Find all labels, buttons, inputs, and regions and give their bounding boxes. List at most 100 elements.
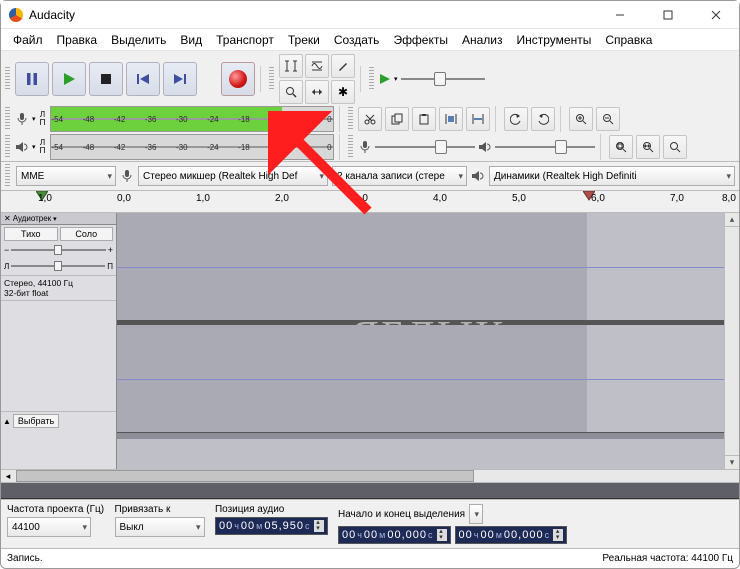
fit-project-button[interactable] [636, 135, 660, 159]
play-button[interactable] [52, 62, 86, 96]
menu-analyze[interactable]: Анализ [456, 31, 509, 49]
mute-button[interactable]: Тихо [4, 227, 58, 241]
menu-select[interactable]: Выделить [105, 31, 172, 49]
solo-button[interactable]: Соло [60, 227, 114, 241]
audio-host-select[interactable]: MME [16, 166, 116, 186]
status-right: Реальная частота: 44100 Гц [602, 553, 733, 564]
skip-start-button[interactable] [126, 62, 160, 96]
titlebar: Audacity [1, 1, 739, 29]
selection-start-field[interactable]: 00ч 00м 00,000с ▴▾ [338, 526, 451, 544]
zoom-toggle-button[interactable] [663, 135, 687, 159]
track-format-label: Стерео, 44100 Гц [4, 278, 113, 288]
select-track-button[interactable]: Выбрать [13, 414, 59, 428]
menu-edit[interactable]: Правка [51, 31, 104, 49]
playback-meter[interactable]: -54-48-42-36-30-24-18-12-60 [50, 134, 334, 160]
menu-tracks[interactable]: Треки [282, 31, 326, 49]
project-rate-label: Частота проекта (Гц) [7, 504, 104, 515]
snap-to-label: Привязать к [115, 504, 205, 515]
minimize-button[interactable] [605, 5, 635, 25]
timeshift-tool[interactable] [305, 80, 329, 104]
mic-icon [120, 169, 134, 183]
pan-slider[interactable]: ЛП [4, 259, 113, 273]
maximize-button[interactable] [653, 5, 683, 25]
menu-file[interactable]: Файл [7, 31, 49, 49]
grip-icon[interactable] [348, 107, 353, 131]
menu-effects[interactable]: Эффекты [387, 31, 454, 49]
project-rate-select[interactable]: 44100 [7, 517, 91, 537]
menubar: Файл Правка Выделить Вид Транспорт Треки… [1, 29, 739, 51]
paste-button[interactable] [412, 107, 436, 131]
zoom-out-button[interactable] [596, 107, 620, 131]
toolbars: ✱ ▾ ▾ Л П -54-48-42-36-30-24-18-12-60 [1, 51, 739, 162]
waveform-area[interactable]: ЯБЛЫК ▴ ▾ 1,0 0,5 0,0 [117, 213, 739, 469]
timeline-ruler[interactable]: 1,0 0,0 1,0 2,0 3,0 4,0 5,0 6,0 7,0 8,0 [1, 191, 739, 213]
track-control-panel[interactable]: ✕Аудиотрек▾ Тихо Соло −+ ЛП Стерео, 4410… [1, 213, 117, 469]
speaker-icon [15, 140, 29, 154]
track-bitdepth-label: 32-бит float [4, 288, 113, 298]
selection-end-field[interactable]: 00ч 00м 00,000с ▴▾ [455, 526, 568, 544]
redo-button[interactable] [531, 107, 555, 131]
audio-position-field[interactable]: 00ч 00м 05,950с ▴▾ [215, 517, 328, 535]
menu-help[interactable]: Справка [599, 31, 658, 49]
skip-end-button[interactable] [163, 62, 197, 96]
snap-to-select[interactable]: Выкл [115, 517, 205, 537]
undo-button[interactable] [504, 107, 528, 131]
close-button[interactable] [701, 5, 731, 25]
recording-device-select[interactable]: Стерео микшер (Realtek High Def [138, 166, 328, 186]
svg-text:✱: ✱ [338, 86, 348, 98]
draw-tool[interactable] [331, 54, 355, 78]
trim-button[interactable] [439, 107, 463, 131]
menu-transport[interactable]: Транспорт [210, 31, 280, 49]
selection-mode-select[interactable] [469, 504, 483, 524]
recording-volume-slider[interactable] [375, 140, 475, 154]
silence-button[interactable] [466, 107, 490, 131]
recording-channels-select[interactable]: 2 канала записи (стере [332, 166, 467, 186]
playback-speed-slider[interactable] [401, 72, 485, 86]
statusbar: Запись. Реальная частота: 44100 Гц [1, 548, 739, 568]
grip-icon[interactable] [269, 67, 274, 91]
audio-position-label: Позиция аудио [215, 504, 328, 515]
envelope-tool[interactable] [305, 54, 329, 78]
record-button[interactable] [221, 62, 255, 96]
window-title: Audacity [29, 8, 75, 22]
waveform-right-channel[interactable] [117, 325, 739, 433]
grip-icon[interactable] [5, 164, 10, 188]
grip-icon[interactable] [369, 67, 374, 91]
cut-button[interactable] [358, 107, 382, 131]
track-area: ✕Аудиотрек▾ Тихо Соло −+ ЛП Стерео, 4410… [1, 213, 739, 469]
grip-icon[interactable] [5, 135, 10, 159]
zoom-in-button[interactable] [569, 107, 593, 131]
mic-icon [358, 140, 372, 154]
record-icon [229, 70, 247, 88]
multi-tool[interactable]: ✱ [331, 80, 355, 104]
waveform-left-channel[interactable] [117, 213, 739, 321]
play-icon [379, 73, 391, 85]
copy-button[interactable] [385, 107, 409, 131]
speaker-icon [471, 169, 485, 183]
speaker-icon [478, 140, 492, 154]
fit-selection-button[interactable] [609, 135, 633, 159]
grip-icon[interactable] [348, 135, 353, 159]
playback-volume-slider[interactable] [495, 140, 595, 154]
spacer-strip [1, 483, 739, 499]
gain-slider[interactable]: −+ [4, 243, 113, 257]
selection-tool[interactable] [279, 54, 303, 78]
menu-view[interactable]: Вид [174, 31, 208, 49]
grip-icon[interactable] [5, 107, 10, 131]
stop-button[interactable] [89, 62, 123, 96]
vertical-scrollbar[interactable]: ▴ ▾ [724, 213, 739, 469]
recording-meter[interactable]: -54-48-42-36-30-24-18-12-60 [50, 106, 334, 132]
pause-button[interactable] [15, 62, 49, 96]
app-logo-icon [9, 8, 23, 22]
zoom-tool[interactable] [279, 80, 303, 104]
mic-icon [15, 112, 29, 126]
grip-icon[interactable] [5, 67, 10, 91]
meter-right-label: П [39, 119, 47, 127]
menu-generate[interactable]: Создать [328, 31, 386, 49]
status-left: Запись. [7, 553, 43, 564]
selection-label: Начало и конец выделения [338, 509, 465, 520]
menu-tools[interactable]: Инструменты [511, 31, 598, 49]
playback-device-select[interactable]: Динамики (Realtek High Definiti [489, 166, 735, 186]
selection-toolbar: Частота проекта (Гц) 44100 Привязать к В… [1, 499, 739, 548]
horizontal-scrollbar[interactable]: ◂ [1, 469, 739, 483]
